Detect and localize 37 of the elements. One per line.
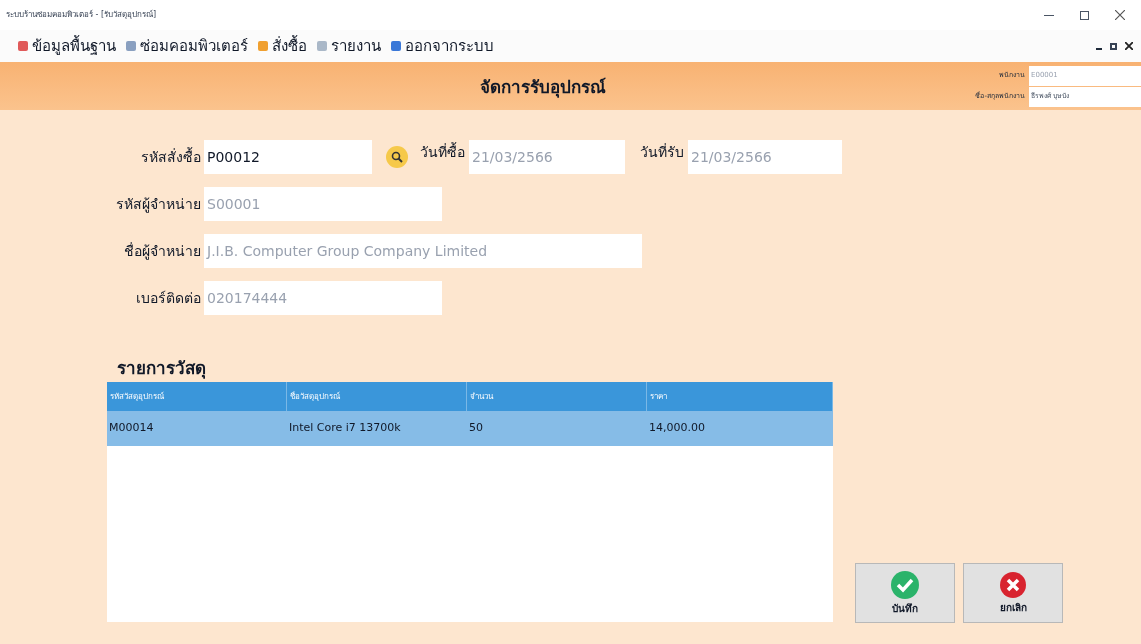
menu-icon xyxy=(258,41,268,51)
table-cell-text: 14,000.00 xyxy=(648,420,706,437)
page-title: จัดการรับอุปกรณ์ xyxy=(480,76,606,100)
table-cell-text: 50 xyxy=(468,420,484,437)
menu-item[interactable]: รายงาน xyxy=(317,34,381,58)
cancel-button[interactable]: ยกเลิก xyxy=(963,563,1063,623)
restore-icon[interactable] xyxy=(1110,42,1117,50)
close-icon[interactable] xyxy=(1125,42,1133,50)
save-button[interactable]: บันทึก xyxy=(855,563,955,623)
table-row[interactable]: M00014 Intel Core i7 13700k 50 14,000.00 xyxy=(107,411,833,446)
minimize-icon[interactable] xyxy=(1096,47,1102,50)
close-icon xyxy=(1000,571,1026,598)
field-label: เบอร์ติดต่อ xyxy=(136,288,201,308)
section-title: รายการวัสดุ xyxy=(117,357,206,381)
field-label: ชื่อผู้จำหน่าย xyxy=(124,241,201,262)
maximize-icon[interactable] xyxy=(1080,10,1089,20)
menu-item[interactable]: สั่งซื้อ xyxy=(258,34,307,58)
menu-item[interactable]: ออกจากระบบ xyxy=(391,34,494,58)
table-cell-text: M00014 xyxy=(108,420,155,437)
field-label: วันที่รับ xyxy=(640,142,684,162)
menu-icon xyxy=(126,41,136,51)
window-title: ระบบร้านซ่อมคอมพิวเตอร์ - [รับวัสดุอุปกรณ์] xyxy=(6,9,157,21)
table-cell-text: Intel Core i7 13700k xyxy=(288,420,402,437)
check-icon xyxy=(891,570,919,599)
close-icon[interactable] xyxy=(1115,10,1125,20)
order-id-field[interactable]: P00012 xyxy=(204,140,372,174)
menu-icon xyxy=(317,41,327,51)
minimize-icon[interactable] xyxy=(1044,14,1054,16)
menu-icon xyxy=(18,41,28,51)
field-label: รหัสสั่งซื้อ xyxy=(141,146,201,167)
menu-item[interactable]: ซ่อมคอมพิวเตอร์ xyxy=(126,34,248,58)
field-label: รหัสผู้จำหน่าย xyxy=(116,194,201,215)
menu-icon xyxy=(391,41,401,51)
menu-item[interactable]: ข้อมูลพื้นฐาน xyxy=(18,34,116,58)
field-label: วันที่ซื้อ xyxy=(420,142,465,162)
search-icon xyxy=(391,151,403,163)
search-button[interactable] xyxy=(386,146,408,168)
